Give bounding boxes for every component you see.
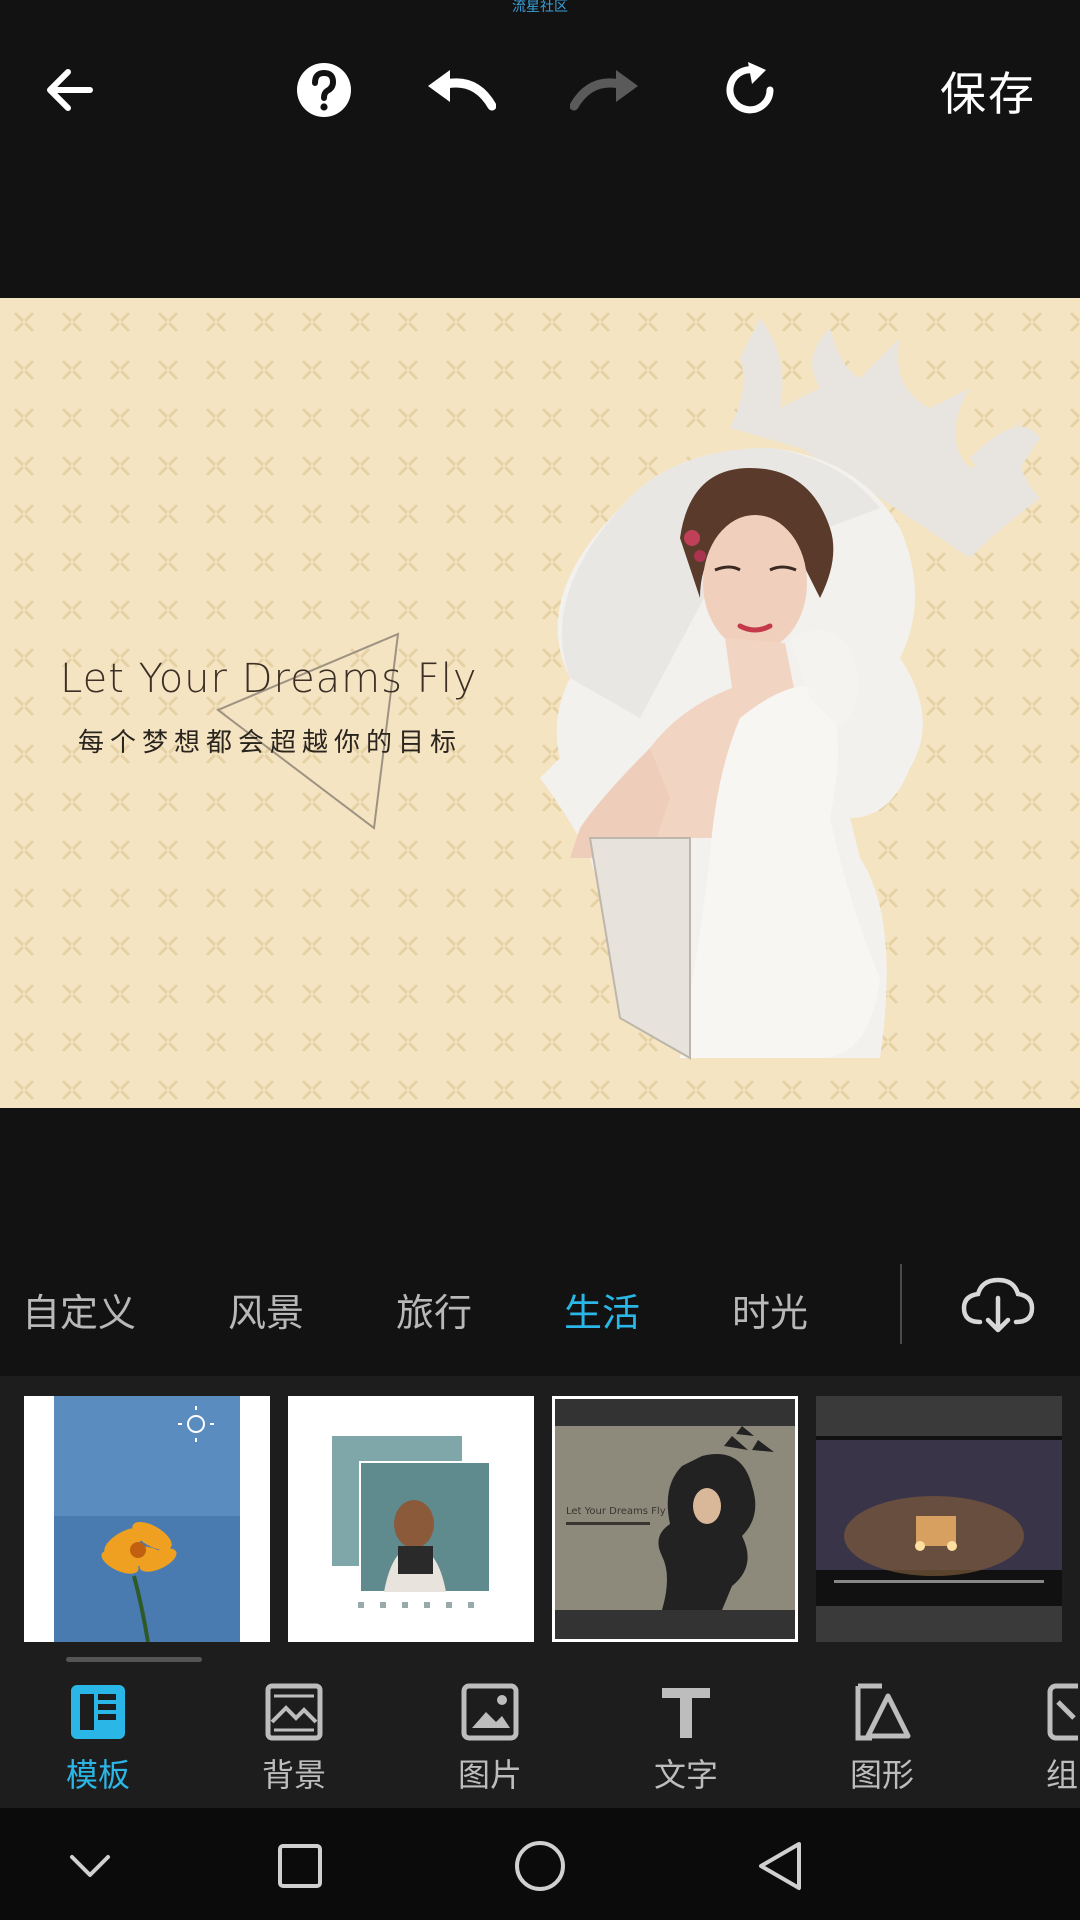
image-icon xyxy=(461,1683,519,1741)
tool-tab-background-label: 背景 xyxy=(261,1756,326,1794)
arrow-left-icon xyxy=(47,69,93,111)
category-tab-time[interactable]: 时光 xyxy=(732,1282,808,1337)
nav-home-button[interactable] xyxy=(502,1828,578,1904)
tool-tab-template[interactable]: 模板 xyxy=(38,1680,158,1800)
silhouette-thumb-caption: Let Your Dreams Fly xyxy=(566,1506,666,1517)
category-tab-custom[interactable]: 自定义 xyxy=(22,1282,136,1337)
template-thumb-silhouette[interactable]: Let Your Dreams Fly xyxy=(552,1396,798,1642)
save-button[interactable]: 保存 xyxy=(940,58,1036,124)
reset-button[interactable] xyxy=(712,52,788,128)
category-divider xyxy=(900,1264,902,1344)
silhouette-thumbnail-image: Let Your Dreams Fly xyxy=(555,1426,795,1610)
design-canvas[interactable]: Let Your Dreams Fly 每个梦想都会超越你的目标 xyxy=(0,298,1080,1108)
template-subtitle[interactable]: 每个梦想都会超越你的目标 xyxy=(78,722,462,759)
tool-tab-group-label: 组 xyxy=(1046,1756,1079,1794)
square-icon xyxy=(278,1844,322,1888)
tool-tab-image[interactable]: 图片 xyxy=(430,1680,550,1800)
tool-tab-background[interactable]: 背景 xyxy=(234,1680,354,1800)
nav-back-button[interactable] xyxy=(742,1828,818,1904)
help-button[interactable] xyxy=(286,52,362,128)
portrait-frame-thumbnail-image xyxy=(332,1436,491,1608)
template-thumb-flower[interactable] xyxy=(24,1396,270,1642)
tool-tab-group[interactable]: 组 xyxy=(1018,1680,1080,1800)
template-icon xyxy=(71,1685,125,1739)
tool-tab-image-label: 图片 xyxy=(457,1756,522,1794)
system-navigation-bar xyxy=(0,1808,1080,1920)
background-icon xyxy=(265,1683,323,1741)
tool-tabs: 模板 背景 图片 文字 图形 组 xyxy=(0,1664,1080,1808)
text-icon xyxy=(662,1688,710,1738)
category-tab-travel[interactable]: 旅行 xyxy=(396,1282,472,1337)
template-thumb-portrait-frame[interactable] xyxy=(288,1396,534,1642)
watermark: 流星社区 xyxy=(512,0,568,15)
nav-recents-button[interactable] xyxy=(262,1828,338,1904)
back-button[interactable] xyxy=(32,52,108,128)
flower-thumbnail-image xyxy=(54,1396,240,1642)
night-street-thumbnail-image xyxy=(816,1436,1062,1606)
circle-icon xyxy=(515,1841,565,1891)
tool-tab-template-label: 模板 xyxy=(65,1756,130,1794)
tool-tab-shape[interactable]: 图形 xyxy=(822,1680,942,1800)
tool-tab-text[interactable]: 文字 xyxy=(626,1680,746,1800)
thumbnail-scroll-indicator xyxy=(66,1657,202,1662)
tool-tab-shape-label: 图形 xyxy=(849,1756,914,1794)
redo-button[interactable] xyxy=(568,52,644,128)
undo-button[interactable] xyxy=(422,52,498,128)
template-title[interactable]: Let Your Dreams Fly xyxy=(60,656,478,702)
portrait-photo[interactable] xyxy=(500,298,1080,1108)
undo-icon xyxy=(428,70,496,111)
category-tab-life[interactable]: 生活 xyxy=(564,1282,640,1337)
refresh-icon xyxy=(726,62,774,114)
triangle-back-icon xyxy=(759,1842,801,1890)
category-tab-scenery[interactable]: 风景 xyxy=(228,1282,304,1337)
help-circle-icon xyxy=(297,63,351,117)
top-toolbar: 保存 xyxy=(0,40,1080,140)
redo-icon xyxy=(570,70,638,111)
template-thumb-night-street[interactable] xyxy=(816,1396,1062,1642)
template-thumbnail-strip[interactable]: Let Your Dreams Fly xyxy=(0,1376,1080,1664)
nav-collapse-button[interactable] xyxy=(52,1828,128,1904)
screen: 流星社区 保存 Let Your Dreams Fly 每个梦想都会超越你的目标… xyxy=(0,0,1080,1920)
chevron-down-icon xyxy=(70,1855,110,1877)
cloud-download-icon[interactable] xyxy=(960,1274,1036,1334)
category-tabs: 自定义 风景 旅行 生活 时光 xyxy=(0,1256,1080,1356)
shape-icon xyxy=(855,1683,911,1741)
tool-tab-text-label: 文字 xyxy=(653,1756,718,1794)
group-icon xyxy=(1047,1683,1078,1741)
